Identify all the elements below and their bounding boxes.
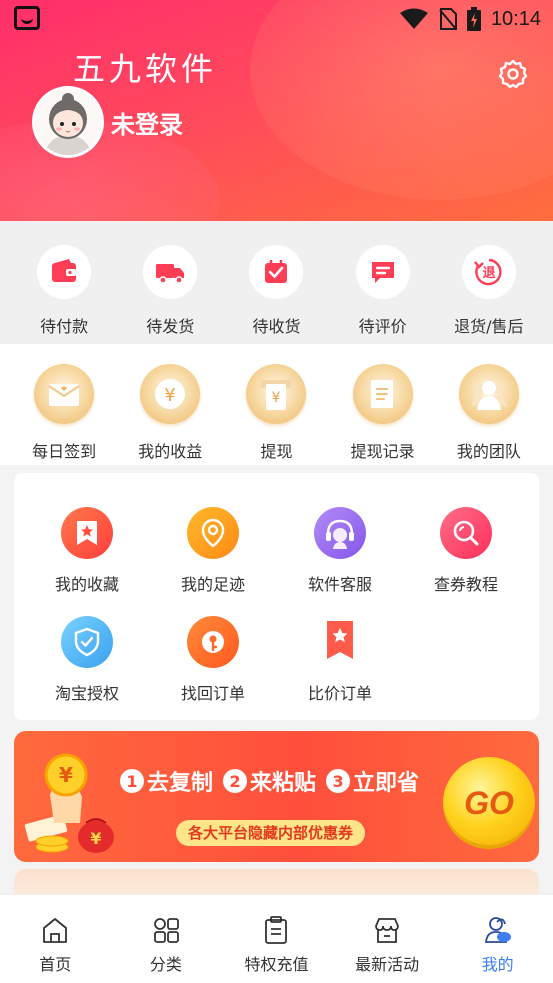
tool-label: 找回订单 <box>180 684 245 703</box>
svg-text:退: 退 <box>482 266 495 281</box>
coin-icon: ¥ <box>155 379 186 409</box>
nav-category[interactable]: 分类 <box>111 895 222 983</box>
my-footprints[interactable]: 我的足迹 <box>153 507 273 595</box>
tool-label: 淘宝授权 <box>54 684 119 703</box>
tool-label: 比价订单 <box>307 684 372 703</box>
order-pending-payment[interactable]: 待付款 <box>16 221 112 344</box>
location-pin-icon <box>201 518 225 548</box>
withdraw-records[interactable]: 提现记录 <box>335 344 431 465</box>
svg-text:¥: ¥ <box>272 390 281 406</box>
retrieve-order[interactable]: 找回订单 <box>153 616 273 704</box>
my-earnings[interactable]: ¥ 我的收益 <box>122 344 218 465</box>
finance-label: 提现记录 <box>350 442 415 461</box>
customer-service-icon <box>326 519 354 549</box>
nav-latest-activity[interactable]: 最新活动 <box>332 895 443 983</box>
customer-service[interactable]: 软件客服 <box>280 507 400 595</box>
nav-label: 首页 <box>39 955 72 974</box>
order-pending-receipt[interactable]: 待收货 <box>228 221 324 344</box>
my-team[interactable]: 我的团队 <box>441 344 537 465</box>
tool-label: 查券教程 <box>433 575 498 594</box>
ribbon-star-icon <box>327 621 353 659</box>
profile-header: 10:14 五九软件 未登录 <box>0 0 553 221</box>
tool-label: 我的足迹 <box>180 575 245 594</box>
nav-label: 最新活动 <box>355 955 420 974</box>
finance-label: 提现 <box>260 442 293 461</box>
order-label: 待付款 <box>40 317 89 336</box>
banner-steps: 1 去复制 2 来粘贴 3 立即省 <box>120 765 419 797</box>
price-comparison-order[interactable]: 比价订单 <box>280 616 400 704</box>
order-pending-review[interactable]: 待评价 <box>335 221 431 344</box>
order-status-row: 待付款 待发货 待收货 待评价 退 退货/售后 <box>0 221 553 344</box>
order-refund-aftersale[interactable]: 退 退货/售后 <box>441 221 537 344</box>
order-label: 退货/售后 <box>454 317 524 336</box>
tool-label: 软件客服 <box>307 575 372 594</box>
package-check-icon <box>265 260 288 283</box>
review-icon <box>371 262 394 283</box>
wifi-icon <box>399 8 428 29</box>
my-favorites[interactable]: 我的收藏 <box>27 507 147 595</box>
svg-text:¥: ¥ <box>165 385 176 406</box>
clipboard-icon <box>265 916 288 944</box>
step-paste: 2 来粘贴 <box>223 765 316 797</box>
tools-card: 我的收藏 我的足迹 软件客服 查券教程 淘宝授权 找回订单 比价订单 <box>14 473 539 720</box>
user-avatar[interactable] <box>32 86 104 158</box>
store-icon <box>375 918 399 943</box>
wallet-icon <box>52 259 77 282</box>
login-status[interactable]: 未登录 <box>111 105 183 140</box>
promo-banner[interactable]: ¥ ¥ 1 去复制 2 来粘贴 3 立即省 各大平台隐藏内部优惠券 GO <box>14 731 539 862</box>
profile-icon <box>484 917 511 943</box>
bottom-nav: 首页 分类 特权充值 最新活动 我的 <box>0 894 553 983</box>
team-icon <box>470 381 507 410</box>
order-label: 待发货 <box>146 317 195 336</box>
nav-home[interactable]: 首页 <box>0 895 111 983</box>
battery-icon <box>466 7 481 31</box>
money-hand-icon: ¥ ¥ <box>24 753 114 853</box>
magnifier-icon <box>453 520 479 546</box>
step-copy: 1 去复制 <box>120 765 213 797</box>
daily-checkin[interactable]: 每日签到 <box>16 344 112 465</box>
order-label: 待收货 <box>252 317 301 336</box>
avatar-girl-icon <box>35 89 101 155</box>
withdraw[interactable]: ¥ 提现 <box>228 344 324 465</box>
tool-label: 我的收藏 <box>54 575 119 594</box>
nav-label: 我的 <box>481 955 514 974</box>
nav-label: 特权充值 <box>244 955 309 974</box>
svg-text:¥: ¥ <box>59 763 73 787</box>
records-icon <box>370 380 393 408</box>
svg-text:¥: ¥ <box>90 829 101 848</box>
truck-icon <box>156 264 185 284</box>
finance-label: 我的团队 <box>456 442 521 461</box>
go-button[interactable]: GO <box>443 757 535 849</box>
order-label: 待评价 <box>358 317 407 336</box>
no-sim-icon <box>439 8 457 30</box>
status-time: 10:14 <box>490 7 541 30</box>
refund-icon: 退 <box>473 258 502 286</box>
settings-gear-icon[interactable] <box>498 59 528 89</box>
finance-label: 我的收益 <box>138 442 203 461</box>
category-grid-icon <box>153 918 179 943</box>
envelope-icon <box>48 384 80 406</box>
bookmark-star-icon <box>77 521 97 545</box>
order-pending-shipment[interactable]: 待发货 <box>122 221 218 344</box>
step-save: 3 立即省 <box>326 765 419 797</box>
coupon-tutorial[interactable]: 查券教程 <box>406 507 526 595</box>
withdraw-icon: ¥ <box>261 380 292 410</box>
taobao-authorization[interactable]: 淘宝授权 <box>27 616 147 704</box>
finance-label: 每日签到 <box>32 442 97 461</box>
finance-row: 每日签到 ¥ 我的收益 ¥ 提现 提现记录 我的团队 <box>0 344 553 465</box>
nav-label: 分类 <box>149 955 182 974</box>
home-icon <box>43 918 68 943</box>
app-notification-icon <box>14 6 40 30</box>
nav-mine[interactable]: 我的 <box>442 895 553 983</box>
status-bar: 10:14 <box>0 0 553 38</box>
shield-check-icon <box>74 627 100 657</box>
app-title: 五九软件 <box>73 50 218 88</box>
key-icon <box>202 631 224 653</box>
nav-privilege-recharge[interactable]: 特权充值 <box>221 895 332 983</box>
banner-subtitle: 各大平台隐藏内部优惠券 <box>176 820 366 846</box>
